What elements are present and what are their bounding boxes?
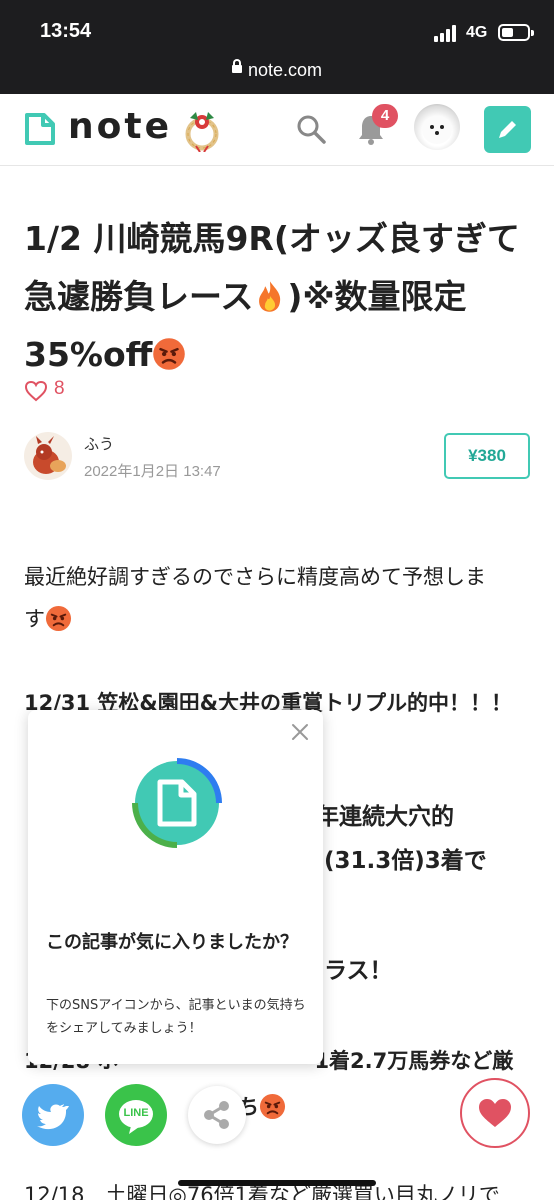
like-prompt-popup: この記事が気に入りましたか？ 下のSNSアイコンから、記事といまの気持ちをシェア… xyxy=(28,710,323,1064)
popup-title: この記事が気に入りましたか？ xyxy=(46,932,298,953)
status-time: 13:54 xyxy=(40,20,92,42)
home-indicator xyxy=(178,1180,376,1186)
site-header: note 4 xyxy=(0,94,554,166)
search-icon[interactable] xyxy=(296,114,326,144)
line-share-button[interactable]: LINE xyxy=(105,1084,167,1146)
title-line: 1/2 川崎競馬9R(オッズ良すぎて xyxy=(24,219,520,258)
title-text: )※数量限定 xyxy=(287,277,467,316)
result-line: 年連続大穴的 xyxy=(316,804,454,830)
article-title: 1/2 川崎競馬9R(オッズ良すぎて 急遽勝負レース )※数量限定 35%off xyxy=(24,210,534,384)
url-text: note.com xyxy=(247,60,323,80)
author-name[interactable]: ふう xyxy=(84,433,114,454)
status-bar: 13:54 4G xyxy=(0,0,554,52)
like-count: 8 xyxy=(54,378,65,399)
post-date: 2022年1月2日 13:47 xyxy=(84,463,221,480)
lock-icon xyxy=(231,59,242,74)
popup-description: 下のSNSアイコンから、記事といまの気持ちをシェアしてみましょう！ xyxy=(46,998,306,1036)
line-label: LINE xyxy=(123,1107,149,1119)
heart-icon xyxy=(479,1099,511,1127)
share-icon xyxy=(204,1101,229,1129)
like-button[interactable] xyxy=(460,1078,530,1148)
title-text: 急遽勝負レース xyxy=(24,277,254,316)
angry-face-icon xyxy=(153,337,186,370)
new-year-wreath-icon xyxy=(185,112,219,152)
logo-text[interactable]: note xyxy=(68,106,172,147)
fire-icon xyxy=(259,280,281,312)
price-button[interactable]: ¥380 xyxy=(444,433,530,479)
network-label: 4G xyxy=(466,24,488,41)
body-line: 最近絶好調すぎるのでさらに精度高めて予想しま xyxy=(24,565,486,589)
twitter-share-button[interactable] xyxy=(22,1084,84,1146)
body-text: す xyxy=(24,607,45,631)
author-avatar[interactable] xyxy=(24,432,72,480)
twitter-icon xyxy=(37,1104,69,1130)
result-line: ラス！ xyxy=(324,958,393,984)
title-line: 急遽勝負レース )※数量限定 xyxy=(24,268,534,326)
note-logo-icon[interactable] xyxy=(24,112,56,146)
url-bar[interactable]: note.com xyxy=(0,52,554,94)
battery-icon xyxy=(498,24,534,41)
post-button[interactable] xyxy=(484,106,531,153)
body-line: す xyxy=(24,598,534,640)
angry-face-icon xyxy=(259,1093,286,1119)
notification-badge: 4 xyxy=(372,104,398,128)
note-article-icon xyxy=(132,758,222,848)
body-text: 1着2.7万馬券など厳 xyxy=(314,1049,514,1073)
pen-icon xyxy=(499,121,516,138)
angry-face-icon xyxy=(45,605,72,631)
result-line: ち xyxy=(238,1086,438,1128)
paragraph: 最近絶好調すぎるのでさらに精度高めて予想しま す xyxy=(24,556,534,640)
close-icon[interactable] xyxy=(290,722,310,742)
title-text: 35%off xyxy=(24,335,153,374)
share-button[interactable] xyxy=(188,1086,246,1144)
result-line: (31.3倍)3着で xyxy=(324,848,487,874)
battery-level xyxy=(502,28,513,37)
title-line: 35%off xyxy=(24,326,534,384)
result-line: 12/18 土曜日◎76倍1着など厳選買い目丸ノリで xyxy=(24,1183,500,1200)
heart-outline-icon xyxy=(24,380,48,402)
avatar[interactable] xyxy=(414,104,460,150)
signal-icon xyxy=(434,24,458,42)
